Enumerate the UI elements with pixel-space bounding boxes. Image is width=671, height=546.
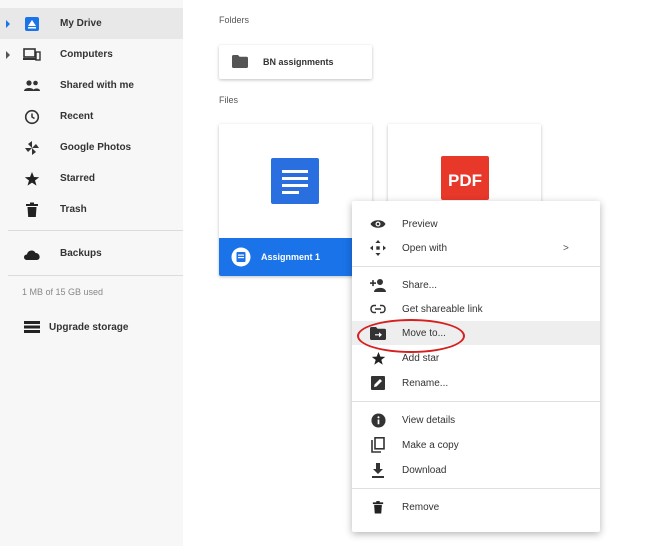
menu-item-preview[interactable]: Preview (352, 212, 600, 236)
star-icon (369, 349, 387, 367)
menu-item-rename[interactable]: Rename... (352, 371, 600, 395)
expand-caret-icon[interactable] (6, 50, 10, 59)
menu-item-remove[interactable]: Remove (352, 495, 600, 519)
menu-divider (352, 401, 600, 402)
menu-divider (352, 266, 600, 267)
file-card-footer: Assignment 1 (219, 238, 372, 276)
drive-icon (22, 14, 42, 34)
people-icon (22, 76, 42, 96)
sidebar-item-google-photos[interactable]: Google Photos (0, 132, 183, 163)
sidebar-item-starred[interactable]: Starred (0, 163, 183, 194)
menu-item-label: Get shareable link (402, 303, 483, 315)
menu-item-label: Remove (402, 501, 440, 513)
sidebar-item-label: My Drive (60, 18, 102, 29)
menu-item-label: Open with (402, 242, 448, 254)
cloud-icon (22, 244, 42, 264)
sidebar-item-backups[interactable]: Backups (0, 238, 183, 269)
sidebar-item-label: Computers (60, 49, 113, 60)
menu-item-label: Download (402, 464, 447, 476)
folder-card[interactable]: BN assignments (219, 45, 372, 79)
file-thumbnail (219, 124, 372, 238)
menu-item-label: Share... (402, 279, 438, 291)
sidebar-item-recent[interactable]: Recent (0, 101, 183, 132)
expand-caret-icon[interactable] (6, 19, 10, 28)
sidebar-item-trash[interactable]: Trash (0, 194, 183, 225)
docs-icon (271, 158, 319, 204)
clock-icon (22, 107, 42, 127)
menu-item-add-star[interactable]: Add star (352, 346, 600, 370)
menu-item-label: Rename... (402, 377, 449, 389)
eye-icon (369, 215, 387, 233)
edit-icon (369, 374, 387, 392)
sidebar-item-my-drive[interactable]: My Drive (0, 8, 183, 39)
info-icon (369, 411, 387, 429)
copy-icon (369, 436, 387, 454)
storage-usage-text: 1 MB of 15 GB used (22, 287, 104, 297)
folders-heading: Folders (219, 15, 250, 25)
menu-divider (352, 488, 600, 489)
menu-item-label: Move to... (402, 327, 446, 339)
trash-icon (369, 498, 387, 516)
trash-icon (22, 200, 42, 220)
menu-item-label: View details (402, 414, 456, 426)
menu-item-label: Preview (402, 218, 438, 230)
sidebar-item-label: Backups (60, 248, 102, 259)
sidebar-divider (8, 275, 183, 276)
sidebar-item-computers[interactable]: Computers (0, 39, 183, 70)
menu-item-make-a-copy[interactable]: Make a copy (352, 433, 600, 457)
pdf-thumb-text: PDF (448, 171, 482, 190)
storage-icon (22, 317, 42, 337)
star-icon (22, 169, 42, 189)
file-card-assignment-1[interactable]: Assignment 1 (219, 124, 372, 276)
submenu-arrow-icon: > (563, 242, 569, 254)
context-menu: Preview Open with > Share... Get shareab… (352, 201, 600, 532)
open-with-icon (369, 239, 387, 257)
download-icon (369, 461, 387, 479)
sidebar-divider (8, 230, 183, 231)
folder-move-icon (369, 324, 387, 342)
file-name: Assignment 1 (261, 252, 321, 262)
sidebar-item-label: Google Photos (60, 142, 132, 153)
files-heading: Files (219, 95, 239, 105)
pdf-icon: PDF (441, 156, 489, 200)
sidebar-item-label: Shared with me (60, 80, 134, 91)
menu-item-label: Make a copy (402, 439, 459, 451)
link-icon (369, 300, 387, 318)
docs-file-type-icon (231, 247, 251, 272)
folder-name: BN assignments (263, 57, 334, 67)
sidebar-item-label: Trash (60, 204, 87, 215)
menu-item-label: Add star (402, 352, 440, 364)
upgrade-storage-label: Upgrade storage (49, 321, 129, 333)
folder-icon (232, 55, 248, 73)
menu-item-share[interactable]: Share... (352, 273, 600, 297)
sidebar-item-shared-with-me[interactable]: Shared with me (0, 70, 183, 101)
computers-icon (22, 45, 42, 65)
menu-item-download[interactable]: Download (352, 458, 600, 482)
menu-item-open-with[interactable]: Open with > (352, 236, 600, 260)
person-add-icon (369, 276, 387, 294)
photos-icon (22, 138, 42, 158)
sidebar-item-label: Starred (60, 173, 96, 184)
menu-item-view-details[interactable]: View details (352, 408, 600, 432)
upgrade-storage-button[interactable]: Upgrade storage (0, 316, 183, 338)
sidebar-item-label: Recent (60, 111, 94, 122)
sidebar: My Drive Computers Shared with me Recent… (0, 0, 183, 546)
menu-item-move-to[interactable]: Move to... (352, 321, 600, 345)
menu-item-get-shareable-link[interactable]: Get shareable link (352, 297, 600, 321)
